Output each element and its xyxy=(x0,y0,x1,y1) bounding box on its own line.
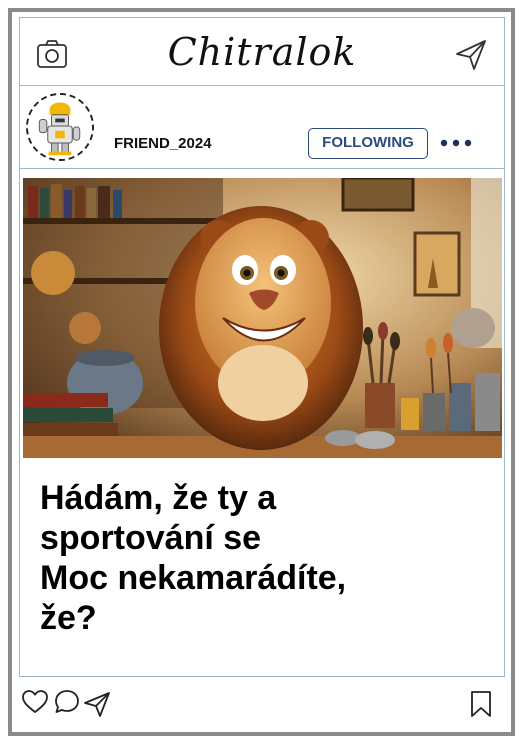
profile-row: FRIEND_2024 FOLLOWING xyxy=(20,87,504,169)
robot-avatar-icon xyxy=(28,95,92,159)
caption-line: že? xyxy=(40,599,97,637)
share-icon[interactable] xyxy=(83,690,111,718)
avatar[interactable] xyxy=(26,93,94,161)
caption-line: Hádám, že ty a xyxy=(40,479,277,517)
post-image xyxy=(23,178,502,458)
comment-icon[interactable] xyxy=(53,688,81,716)
bookmark-icon[interactable] xyxy=(469,690,493,718)
caption-line: Moc nekamarádíte, xyxy=(40,559,347,597)
post-frame: Chitralok FRIEND_2024 FOLLOWING Hádám, ž… xyxy=(8,8,515,736)
post-actions xyxy=(19,684,505,734)
more-icon[interactable] xyxy=(438,137,474,149)
username[interactable]: FRIEND_2024 xyxy=(114,135,212,152)
heart-icon[interactable] xyxy=(21,688,49,716)
caption-line: sportování se xyxy=(40,519,262,557)
post-card: Chitralok FRIEND_2024 FOLLOWING Hádám, ž… xyxy=(19,17,505,677)
send-icon[interactable] xyxy=(454,38,488,72)
brand-title: Chitralok xyxy=(167,30,357,74)
app-header: Chitralok xyxy=(20,18,504,86)
post-caption: Hádám, že ty a sportování se Moc nekamar… xyxy=(40,478,480,638)
following-button[interactable]: FOLLOWING xyxy=(308,128,428,159)
